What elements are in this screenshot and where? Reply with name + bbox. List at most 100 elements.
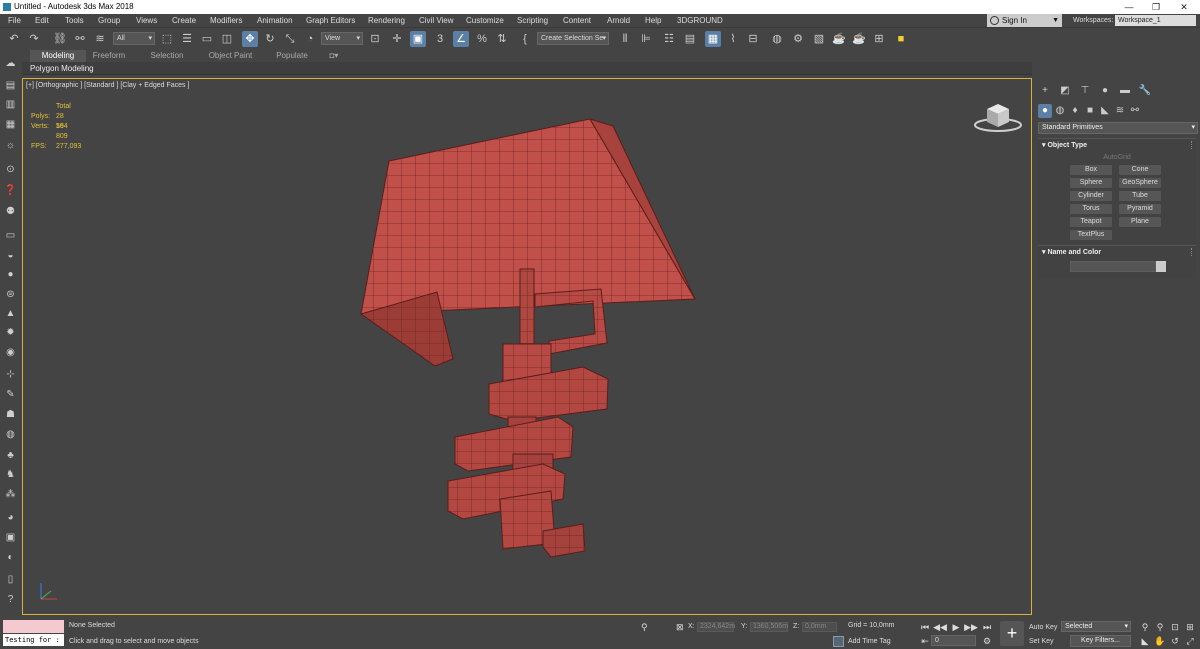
sphere-icon[interactable]: ● xyxy=(3,267,18,282)
modify-tab-icon[interactable]: ◩ xyxy=(1058,84,1072,98)
cone-icon[interactable]: ▲ xyxy=(3,306,18,321)
unlink-icon[interactable]: ⚯ xyxy=(72,31,88,47)
menu-animation[interactable]: Animation xyxy=(257,15,293,27)
render-iterative-icon[interactable]: ☕ xyxy=(851,31,867,47)
menu-customize[interactable]: Customize xyxy=(466,15,504,27)
select-manipulate-icon[interactable]: ✛ xyxy=(389,31,405,47)
menu-modifiers[interactable]: Modifiers xyxy=(210,15,242,27)
ref-coord-select[interactable]: View ▾ xyxy=(321,32,363,45)
ribbon-toggle-icon[interactable]: ▦ xyxy=(705,31,721,47)
render-cloud-icon[interactable]: ⊞ xyxy=(871,31,887,47)
edit-named-sets-icon[interactable]: { xyxy=(517,31,533,47)
tab-object-paint[interactable]: Object Paint xyxy=(203,50,258,62)
plane-button[interactable]: Plane xyxy=(1119,217,1161,227)
key-filters-button[interactable]: Key Filters... xyxy=(1070,635,1131,647)
set-key-button[interactable]: Set Key xyxy=(1029,636,1058,647)
ribbon-options-icon[interactable]: ◘▾ xyxy=(324,50,344,62)
sphere-button[interactable]: Sphere xyxy=(1070,178,1112,188)
scatter-icon[interactable]: ⁂ xyxy=(3,487,18,502)
zoom-extents-all-icon[interactable]: ⊞ xyxy=(1184,621,1196,633)
menu-file[interactable]: File xyxy=(8,15,21,27)
auto-key-button[interactable]: Auto Key xyxy=(1029,622,1058,633)
globe-icon[interactable]: ◍ xyxy=(3,427,18,442)
panel-icon[interactable]: ▦ xyxy=(3,117,18,132)
go-to-end-icon[interactable]: ⏭ xyxy=(980,620,994,634)
previous-frame-icon[interactable]: ◀◀ xyxy=(933,620,947,634)
helper-icon[interactable]: ❓ xyxy=(3,183,18,198)
zoom-icon[interactable]: ⚲ xyxy=(1139,621,1151,633)
help-icon[interactable]: ? xyxy=(3,592,18,607)
undo-icon[interactable]: ↶ xyxy=(6,31,22,47)
set-key-plus-button[interactable]: + xyxy=(1000,621,1024,646)
key-mode-select[interactable]: Selected ▾ xyxy=(1061,621,1131,632)
add-time-tag[interactable]: Add Time Tag xyxy=(848,638,891,645)
tab-populate[interactable]: Populate xyxy=(268,50,316,62)
scene-explorer-icon[interactable]: ▤ xyxy=(3,78,18,93)
tab-freeform[interactable]: Freeform xyxy=(86,50,132,62)
name-and-color-title[interactable]: ▾ Name and Color xyxy=(1042,248,1101,256)
viewport-layout-icon[interactable]: ☁ xyxy=(3,56,18,71)
hierarchy-tab-icon[interactable]: ⊤ xyxy=(1078,84,1092,98)
animal-icon[interactable]: ♞ xyxy=(3,467,18,482)
select-object-icon[interactable]: ⬚ xyxy=(159,31,175,47)
object-color-swatch[interactable] xyxy=(1156,261,1166,272)
fov-icon[interactable]: ◣ xyxy=(1139,635,1151,647)
tab-modeling[interactable]: Modeling xyxy=(30,50,86,62)
cylinder-button[interactable]: Cylinder xyxy=(1070,191,1112,201)
place-icon[interactable]: ◔ xyxy=(302,31,318,47)
menu-3dground[interactable]: 3DGROUND xyxy=(677,15,723,27)
ribbon-subtitle[interactable]: Polygon Modeling xyxy=(30,62,94,75)
utilities-tab-icon[interactable]: 🔧 xyxy=(1138,84,1152,98)
space-warps-icon[interactable]: ≋ xyxy=(1113,104,1127,118)
minimize-button[interactable]: — xyxy=(1116,0,1142,14)
tube-button[interactable]: Tube xyxy=(1119,191,1161,201)
angle-snap-icon[interactable]: ∠ xyxy=(453,31,469,47)
camera-icon[interactable]: ⊙ xyxy=(3,162,18,177)
named-selection-select[interactable]: Create Selection Se ▾ xyxy=(537,32,609,45)
link-icon[interactable]: ⛓ xyxy=(52,31,68,47)
tab-selection[interactable]: Selection xyxy=(143,50,191,62)
autogrid-checkbox[interactable]: AutoGrid xyxy=(1038,154,1196,161)
zoom-all-icon[interactable]: ⚲ xyxy=(1154,621,1166,633)
z-coordinate-input[interactable]: 0,0mm xyxy=(802,622,837,632)
window-crossing-icon[interactable]: ◫ xyxy=(219,31,235,47)
walk-icon[interactable]: ☗ xyxy=(3,407,18,422)
cone-button[interactable]: Cone xyxy=(1119,165,1161,175)
box-button[interactable]: Box xyxy=(1070,165,1112,175)
menu-scripting[interactable]: Scripting xyxy=(517,15,548,27)
dome-icon[interactable]: ◒ xyxy=(3,248,18,263)
menu-views[interactable]: Views xyxy=(136,15,157,27)
menu-tools[interactable]: Tools xyxy=(65,15,84,27)
menu-civil-view[interactable]: Civil View xyxy=(419,15,454,27)
absolute-mode-icon[interactable]: ⊠ xyxy=(676,622,684,632)
menu-create[interactable]: Create xyxy=(172,15,196,27)
menu-group[interactable]: Group xyxy=(98,15,120,27)
cylinder-icon[interactable]: ⊜ xyxy=(3,287,18,302)
motion-tab-icon[interactable]: ● xyxy=(1098,84,1112,98)
document-icon[interactable]: ▯ xyxy=(3,572,18,587)
mirror-icon[interactable]: ⫴ xyxy=(617,31,633,47)
people-icon[interactable]: ⚉ xyxy=(3,204,18,219)
rect-selection-icon[interactable]: ▭ xyxy=(199,31,215,47)
menu-graph-editors[interactable]: Graph Editors xyxy=(306,15,355,27)
pencil-icon[interactable]: ✎ xyxy=(3,387,18,402)
maximize-viewport-icon[interactable]: ⤢ xyxy=(1184,635,1196,647)
time-tag-icon[interactable] xyxy=(833,636,844,647)
select-by-name-icon[interactable]: ☰ xyxy=(179,31,195,47)
lights-icon[interactable]: ♦ xyxy=(1068,104,1082,118)
material-editor-icon[interactable]: ◍ xyxy=(769,31,785,47)
grid-icon[interactable]: ⊹ xyxy=(3,367,18,382)
perspective-viewport[interactable]: [+] [Orthographic ] [Standard ] [Clay + … xyxy=(22,78,1032,615)
pivot-center-icon[interactable]: ⊡ xyxy=(367,31,383,47)
menu-edit[interactable]: Edit xyxy=(35,15,49,27)
geometry-icon[interactable]: ● xyxy=(1038,104,1052,118)
next-frame-icon[interactable]: ▶▶ xyxy=(964,620,978,634)
box-icon[interactable]: ▭ xyxy=(3,228,18,243)
tree-icon[interactable]: ♣ xyxy=(3,448,18,463)
close-button[interactable]: ✕ xyxy=(1171,0,1197,14)
scale-icon[interactable]: ⤡ xyxy=(282,31,298,47)
geosphere-button[interactable]: GeoSphere xyxy=(1119,178,1161,188)
light-icon[interactable]: ☼ xyxy=(3,138,18,153)
layer-icon[interactable]: ▥ xyxy=(3,97,18,112)
layer-explorer-icon[interactable]: ▤ xyxy=(682,31,698,47)
